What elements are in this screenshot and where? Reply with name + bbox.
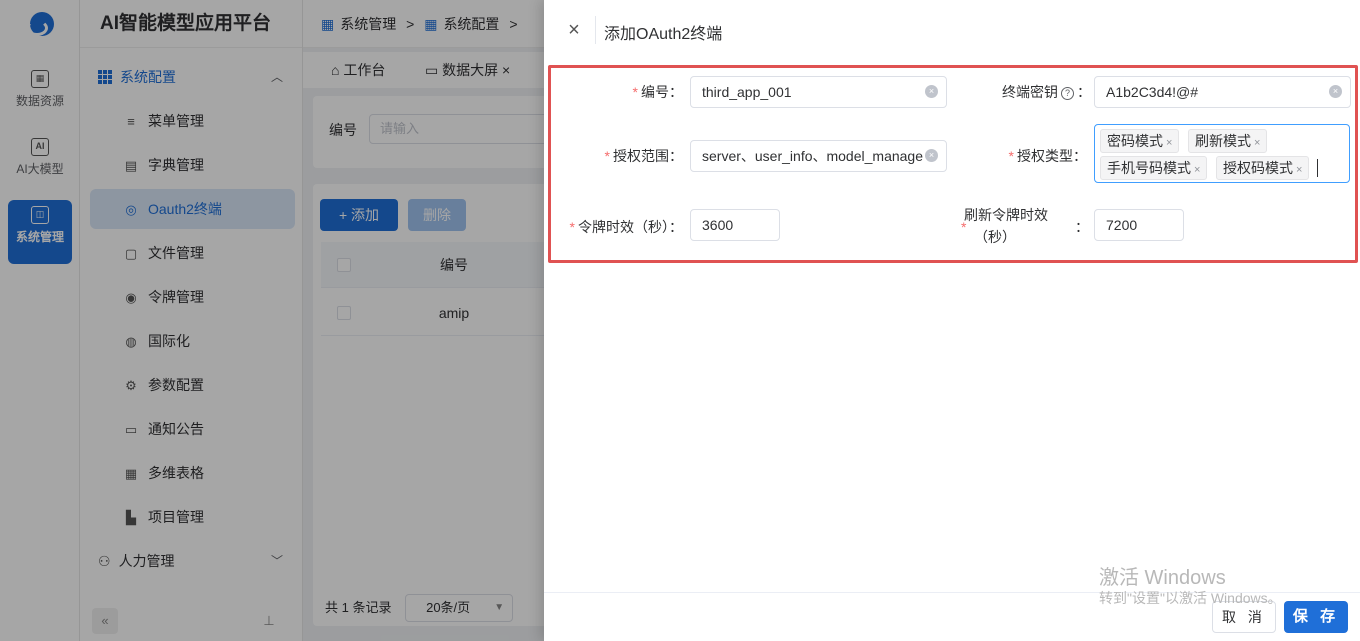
label-colon: ： [1075, 219, 1089, 235]
help-icon[interactable]: ? [1061, 87, 1074, 100]
label-text: 编号： [641, 84, 683, 100]
activation-watermark-hint: 转到"设置"以激活 Windows。 [1099, 590, 1282, 606]
activation-watermark-title: 激活 Windows [1099, 567, 1226, 589]
header-divider [595, 16, 596, 44]
grant-type-label: * 授权类型： [951, 146, 1087, 166]
drawer-header: × 添加OAuth2终端 [544, 0, 1360, 60]
grant-tag: 刷新模式 × [1188, 129, 1268, 153]
label-text: 终端密钥 [1002, 84, 1058, 100]
required-mark: * [961, 219, 967, 235]
input-value: third_app_001 [702, 84, 792, 100]
clear-icon[interactable]: × [925, 149, 938, 162]
secret-input[interactable]: A1b2C3d4!@# × [1094, 76, 1351, 108]
tag-close-icon[interactable]: × [1296, 164, 1302, 176]
label-colon: ： [1077, 84, 1091, 100]
code-input[interactable]: third_app_001 × [690, 76, 947, 108]
scope-label: * 授权范围： [551, 146, 683, 166]
drawer-title: 添加OAuth2终端 [604, 26, 723, 43]
required-mark: * [1008, 148, 1014, 164]
label-text: 刷新令牌时效 [964, 207, 1048, 223]
clear-icon[interactable]: × [925, 85, 938, 98]
input-value: server、user_info、model_manage [702, 148, 923, 164]
scope-input[interactable]: server、user_info、model_manage × [690, 140, 947, 172]
token-validity-input[interactable]: 3600 [690, 209, 780, 241]
required-mark: * [604, 148, 610, 164]
save-button[interactable]: 保 存 [1284, 601, 1348, 633]
grant-tag: 授权码模式 × [1216, 156, 1310, 180]
grant-tag: 密码模式 × [1100, 129, 1180, 153]
refresh-validity-label: * 刷新令牌时效 （秒） [951, 204, 1061, 248]
tag-close-icon[interactable]: × [1194, 164, 1200, 176]
oauth2-form: * 编号： third_app_001 × 终端密钥?： A1b2C3d4!@# × … [548, 65, 1358, 263]
tag-close-icon[interactable]: × [1254, 137, 1260, 149]
refresh-validity-input[interactable]: 7200 [1094, 209, 1184, 241]
tag-close-icon[interactable]: × [1166, 137, 1172, 149]
label-text: 令牌时效（秒）： [578, 219, 683, 235]
tag-label: 刷新模式 [1195, 133, 1251, 149]
label-text: （秒） [974, 229, 1016, 245]
clear-icon[interactable]: × [1329, 85, 1342, 98]
input-value: A1b2C3d4!@# [1106, 84, 1199, 100]
close-icon[interactable]: × [564, 18, 584, 42]
token-validity-label: * 令牌时效（秒）： [551, 217, 683, 237]
required-mark: * [632, 84, 638, 100]
required-mark: * [569, 219, 575, 235]
code-label: * 编号： [551, 82, 683, 102]
label-text: 授权范围： [613, 148, 683, 164]
label-text: 授权类型： [1017, 148, 1087, 164]
tag-label: 授权码模式 [1223, 160, 1293, 176]
text-cursor [1317, 159, 1318, 177]
grant-type-select[interactable]: 密码模式 × 刷新模式 × 手机号码模式 × 授权码模式 × [1094, 124, 1350, 183]
grant-tag: 手机号码模式 × [1100, 156, 1208, 180]
tag-label: 手机号码模式 [1107, 160, 1191, 176]
input-value: 7200 [1106, 217, 1138, 233]
oauth2-drawer: × 添加OAuth2终端 * 编号： third_app_001 × 终端密钥?： … [544, 0, 1360, 641]
secret-label: 终端密钥?： [951, 82, 1091, 102]
input-value: 3600 [702, 217, 734, 233]
tag-label: 密码模式 [1107, 133, 1163, 149]
